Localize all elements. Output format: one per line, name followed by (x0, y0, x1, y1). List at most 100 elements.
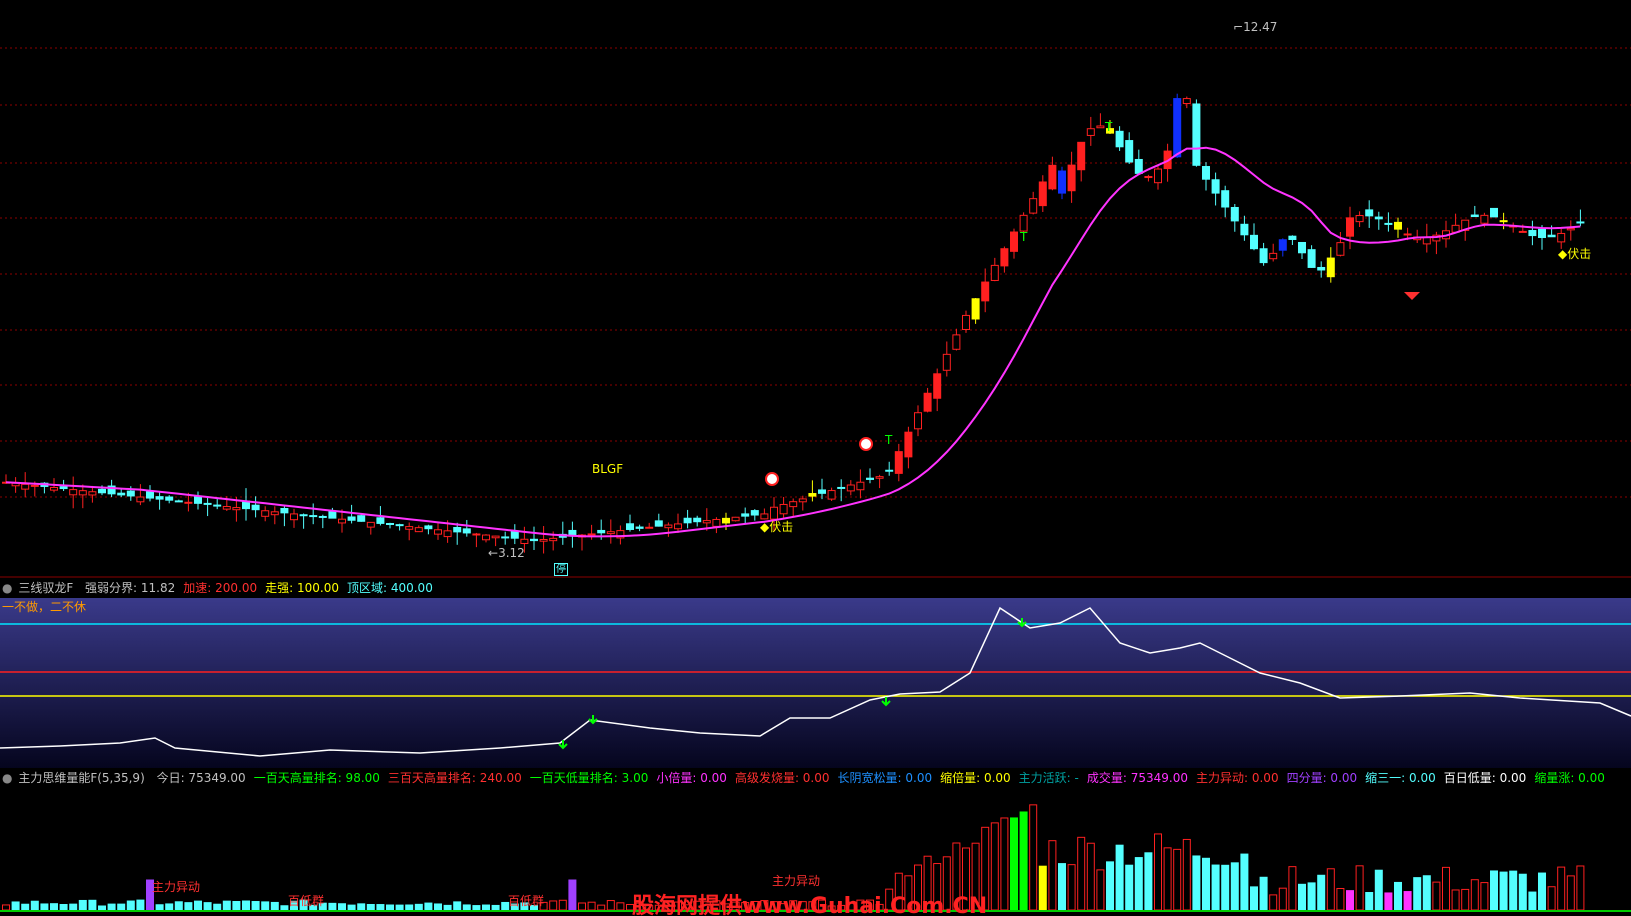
volume-bar (386, 904, 394, 911)
high-price-label: ⌐12.47 (1233, 20, 1278, 34)
candle-body (894, 451, 903, 474)
volume-bar (1221, 864, 1230, 911)
candle-body (69, 489, 78, 496)
candle-body (1211, 179, 1220, 194)
candle-body (482, 534, 490, 541)
volume-bar (1115, 844, 1124, 911)
candle-body (674, 523, 682, 530)
candle-body (827, 490, 836, 500)
candle-body (472, 533, 481, 536)
volume-bar (1422, 875, 1431, 911)
candle-body (117, 492, 126, 496)
volume-bar (280, 905, 289, 911)
candle-body (328, 511, 337, 519)
volume-bar (50, 903, 58, 911)
volume-bar (1259, 876, 1268, 911)
volume-bar (1432, 881, 1441, 911)
oscillator-panel[interactable] (0, 598, 1631, 768)
candle-body (395, 524, 404, 527)
candle-body (741, 513, 750, 517)
candlestick-chart[interactable] (0, 0, 1631, 578)
candle-body (261, 510, 270, 517)
candle-body (318, 515, 327, 518)
oscillator-header: ● 三线驭龙F 强弱分界: 11.82 加速: 200.00 走强: 100.00 顶… (0, 578, 1631, 598)
volume-bar (40, 903, 49, 911)
candle-body (549, 537, 558, 542)
volume-bar (424, 902, 433, 911)
candle-body (530, 538, 538, 542)
candle-body (779, 503, 788, 515)
buy-plus-icon (859, 437, 873, 451)
t-signal-1: T (885, 433, 893, 447)
candle-body (770, 506, 778, 520)
volume-bar (1374, 869, 1383, 911)
volume-bar (1499, 871, 1508, 911)
volume-bar (1134, 857, 1143, 911)
volume-bar (1058, 863, 1066, 911)
candle-body (1000, 248, 1009, 267)
candle-body (808, 493, 817, 497)
volume-param-3: 一百天低量排名: 3.00 (529, 771, 649, 785)
candle-body (837, 486, 846, 489)
candle-body (1403, 233, 1412, 236)
candle-body (1077, 141, 1086, 171)
candle-body (962, 314, 970, 330)
candle-body (184, 501, 193, 504)
candle-body (462, 528, 471, 534)
volume-bar (482, 904, 490, 911)
price-candlestick-panel[interactable]: ⌐12.47 ←3.12 BLGF ◆伏击 ◆伏击 T T T 停 (0, 0, 1631, 578)
fuji-signal-2: ◆伏击 (1558, 247, 1592, 261)
volume-bar (453, 901, 462, 911)
candle-body (597, 529, 606, 534)
volume-bar (78, 899, 87, 911)
candle-body (1394, 221, 1402, 230)
candle-body (1538, 228, 1546, 239)
volume-bar (491, 904, 500, 911)
candle-body (587, 533, 596, 536)
t-signal-3: T (1105, 120, 1113, 134)
watermark-text: 股海网提供www.Guhai.Com.CN (632, 894, 988, 916)
volume-bar (1202, 857, 1210, 911)
candle-body (1115, 130, 1124, 148)
candle-body (232, 507, 241, 511)
volume-bar (242, 900, 250, 911)
volume-bar (347, 904, 356, 911)
candle-body (1384, 222, 1393, 225)
candle-body (1326, 257, 1335, 278)
candle-body (1230, 206, 1239, 222)
volume-param-5: 高级发烧量: 0.00 (734, 771, 830, 785)
candle-body (1154, 168, 1162, 184)
indicator-dot-icon[interactable]: ● (2, 581, 12, 595)
volume-bar (1326, 868, 1335, 911)
candle-body (1173, 98, 1182, 158)
candle-body (1250, 234, 1258, 250)
wifi-signal-icon (1404, 292, 1420, 300)
candle-body (1086, 128, 1095, 136)
volume-param-6: 长阴宽松量: 0.00 (837, 771, 933, 785)
volume-bar (1528, 891, 1537, 911)
candle-body (1096, 125, 1105, 129)
candle-body (875, 476, 884, 479)
oscillator-chart[interactable] (0, 598, 1631, 768)
fuji-signal-1: ◆伏击 (760, 520, 794, 534)
stop-mark: 停 (554, 563, 568, 576)
candle-body (376, 517, 385, 524)
candle-body (683, 517, 692, 524)
zhuli-annotation-2: 主力异动 (772, 874, 821, 888)
volume-param-14: 缩量涨: 0.00 (1534, 771, 1605, 785)
candle-body (347, 516, 356, 521)
candle-body (1576, 221, 1585, 224)
volume-bar (11, 901, 20, 911)
volume-bar (1461, 888, 1470, 911)
candle-body (270, 511, 279, 516)
volume-bar (405, 904, 414, 911)
volume-name: 主力思维量能F(5,35,9) (18, 771, 145, 785)
volume-bar (376, 904, 385, 911)
candle-body (98, 488, 106, 494)
candle-body (1259, 248, 1268, 264)
indicator-dot-icon[interactable]: ● (2, 771, 12, 785)
volume-bar (1106, 861, 1114, 911)
volume-bar (395, 904, 404, 911)
oscillator-param-0: 强弱分界: 11.82 (85, 581, 176, 595)
candle-body (1307, 249, 1316, 268)
